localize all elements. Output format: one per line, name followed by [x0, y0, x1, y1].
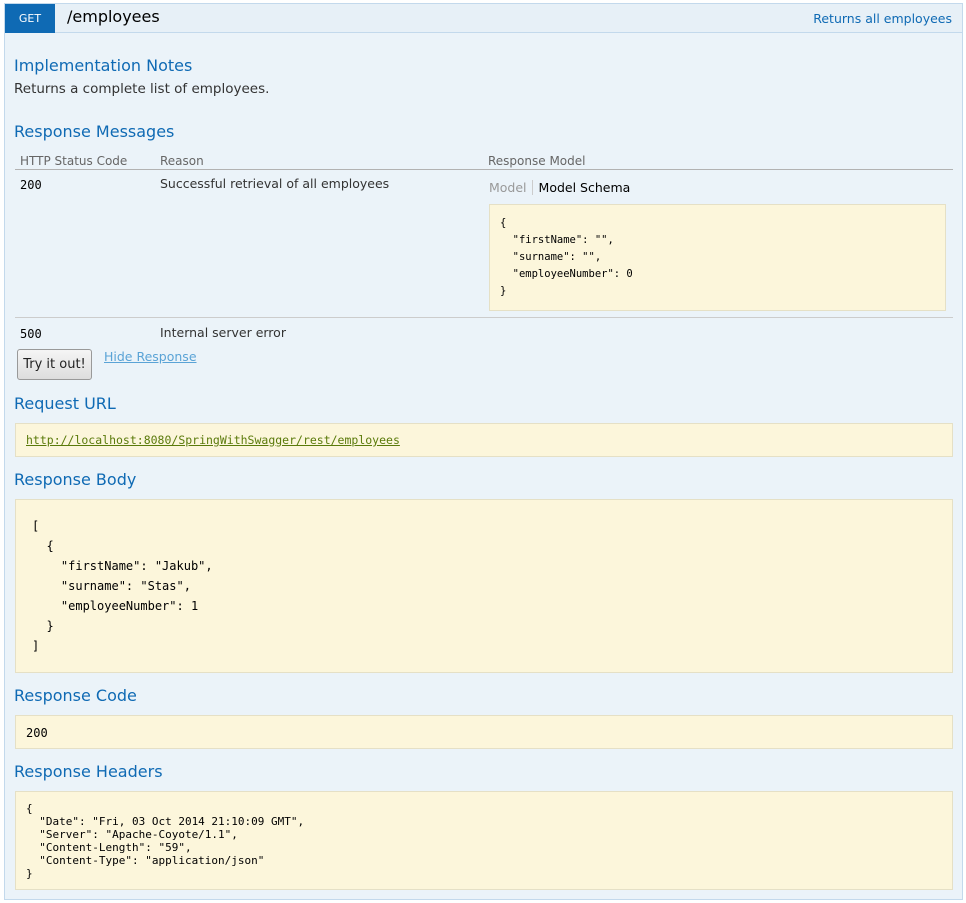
body-line: }	[32, 619, 54, 633]
response-body-heading: Response Body	[14, 470, 137, 489]
header-line: "Content-Type": "application/json"	[26, 854, 265, 867]
response-body-box[interactable]: [ { "firstName": "Jakub", "surname": "St…	[15, 499, 953, 673]
try-it-out-button[interactable]: Try it out!	[17, 349, 92, 380]
request-url-box: http://localhost:8080/SpringWithSwagger/…	[15, 423, 953, 457]
schema-line: "surname": "",	[500, 251, 602, 263]
column-header-response-model: Response Model	[488, 154, 586, 168]
status-code-200: 200	[20, 178, 42, 192]
body-line: [	[32, 519, 40, 533]
tab-model[interactable]: Model	[489, 180, 533, 195]
reason-500: Internal server error	[160, 325, 286, 340]
response-headers-heading: Response Headers	[14, 762, 163, 781]
reason-200: Successful retrieval of all employees	[160, 176, 390, 191]
header-line: "Content-Length": "59",	[26, 841, 192, 854]
operation-header[interactable]: GET /employees Returns all employees	[5, 4, 962, 33]
schema-line: {	[500, 217, 507, 229]
endpoint-path[interactable]: /employees	[67, 7, 160, 26]
operation-panel: GET /employees Returns all employees Imp…	[4, 3, 963, 900]
body-line: "firstName": "Jakub",	[32, 559, 213, 573]
body-line: {	[32, 539, 54, 553]
header-line: {	[26, 802, 33, 815]
schema-line: }	[500, 285, 507, 297]
header-line: "Server": "Apache-Coyote/1.1",	[26, 828, 238, 841]
table-header-divider	[15, 169, 953, 170]
endpoint-summary[interactable]: Returns all employees	[813, 11, 952, 26]
hide-response-link[interactable]: Hide Response	[104, 349, 197, 364]
response-code-heading: Response Code	[14, 686, 137, 705]
status-code-500: 500	[20, 327, 42, 341]
http-method-badge[interactable]: GET	[5, 4, 55, 33]
request-url-link[interactable]: http://localhost:8080/SpringWithSwagger/…	[26, 433, 400, 447]
schema-line: "firstName": "",	[500, 234, 614, 246]
table-row-divider	[15, 317, 953, 318]
header-line: }	[26, 867, 33, 880]
header-line: "Date": "Fri, 03 Oct 2014 21:10:09 GMT",	[26, 815, 305, 828]
model-schema-snippet[interactable]: { "firstName": "", "surname": "", "emplo…	[489, 204, 946, 311]
response-code-value: 200	[26, 726, 48, 740]
column-header-status-code: HTTP Status Code	[20, 154, 128, 168]
body-line: "employeeNumber": 1	[32, 599, 199, 613]
body-line: "surname": "Stas",	[32, 579, 191, 593]
column-header-reason: Reason	[160, 154, 204, 168]
body-line: ]	[32, 639, 40, 653]
response-messages-heading: Response Messages	[14, 122, 175, 141]
response-headers-box[interactable]: { "Date": "Fri, 03 Oct 2014 21:10:09 GMT…	[15, 791, 953, 890]
implementation-notes-heading: Implementation Notes	[14, 56, 193, 75]
response-code-box: 200	[15, 715, 953, 749]
model-tabs: Model Model Schema	[489, 180, 630, 198]
tab-model-schema[interactable]: Model Schema	[533, 180, 631, 195]
implementation-notes-text: Returns a complete list of employees.	[14, 81, 270, 97]
request-url-heading: Request URL	[14, 394, 116, 413]
schema-line: "employeeNumber": 0	[500, 268, 633, 280]
